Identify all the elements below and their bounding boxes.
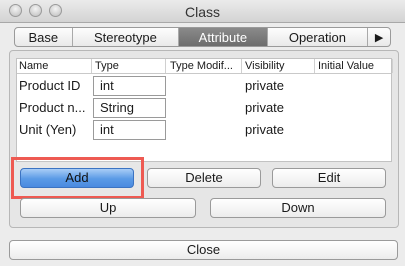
attribute-name-cell[interactable]: Product ID xyxy=(17,75,92,97)
title-bar: Class xyxy=(0,0,405,23)
attribute-modifier-cell[interactable] xyxy=(168,97,242,119)
attribute-name-cell[interactable]: Unit (Yen) xyxy=(17,119,92,141)
tab-bar: Base Stereotype Attribute Operation ▶ xyxy=(14,27,391,47)
attribute-visibility-cell[interactable]: private xyxy=(243,119,315,141)
tab-base[interactable]: Base xyxy=(15,28,73,46)
attribute-visibility-cell[interactable]: private xyxy=(243,97,315,119)
column-header-type-modifier[interactable]: Type Modif... xyxy=(168,59,242,73)
tab-stereotype[interactable]: Stereotype xyxy=(73,28,180,46)
edit-button[interactable]: Edit xyxy=(272,168,386,188)
add-button[interactable]: Add xyxy=(20,168,134,188)
attribute-modifier-cell[interactable] xyxy=(168,75,242,97)
down-button[interactable]: Down xyxy=(210,198,386,218)
attribute-type-field[interactable]: int xyxy=(93,76,166,96)
attribute-table: Name Type Type Modif... Visibility Initi… xyxy=(16,58,393,162)
table-row[interactable]: Product n... String private xyxy=(17,97,391,119)
attribute-initial-cell[interactable] xyxy=(316,75,393,97)
table-row[interactable]: Product ID int private xyxy=(17,75,391,97)
delete-button[interactable]: Delete xyxy=(147,168,261,188)
close-button[interactable]: Close xyxy=(9,240,398,260)
tab-attribute[interactable]: Attribute xyxy=(179,28,268,46)
attribute-type-field[interactable]: String xyxy=(93,98,166,118)
attribute-initial-cell[interactable] xyxy=(316,97,393,119)
attribute-visibility-cell[interactable]: private xyxy=(243,75,315,97)
tab-scroll-right-icon[interactable]: ▶ xyxy=(368,28,390,46)
attribute-name-cell[interactable]: Product n... xyxy=(17,97,92,119)
column-header-name[interactable]: Name xyxy=(17,59,92,73)
up-button[interactable]: Up xyxy=(20,198,196,218)
table-row[interactable]: Unit (Yen) int private xyxy=(17,119,391,141)
table-header: Name Type Type Modif... Visibility Initi… xyxy=(17,59,393,74)
column-header-initial-value[interactable]: Initial Value xyxy=(316,59,393,73)
window-title: Class xyxy=(184,4,220,20)
column-header-visibility[interactable]: Visibility xyxy=(243,59,315,73)
column-header-type[interactable]: Type xyxy=(93,59,166,73)
attribute-modifier-cell[interactable] xyxy=(168,119,242,141)
tab-operation[interactable]: Operation xyxy=(268,28,369,46)
attribute-initial-cell[interactable] xyxy=(316,119,393,141)
attribute-type-field[interactable]: int xyxy=(93,120,166,140)
